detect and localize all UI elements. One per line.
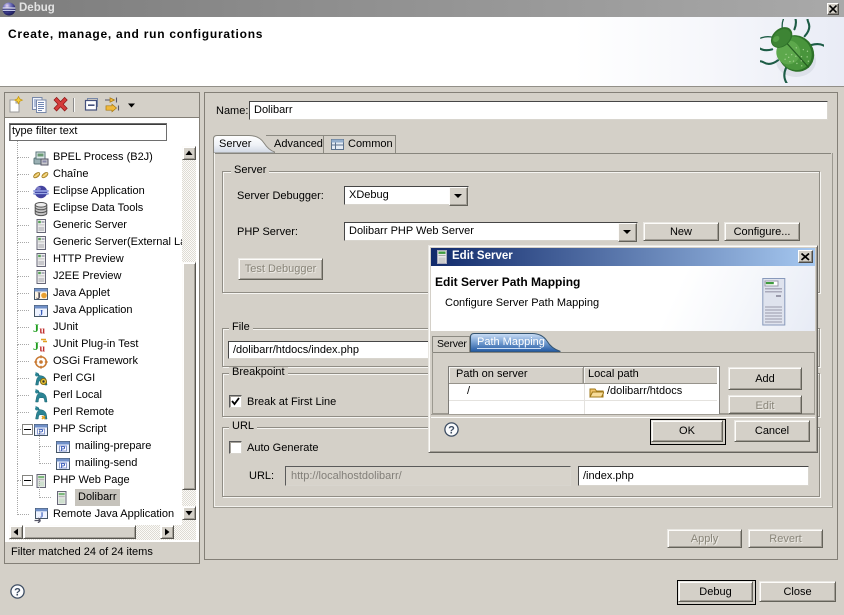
svg-text:P: P [61,446,66,453]
svg-text:u: u [40,344,46,354]
svg-text:J: J [33,321,39,335]
svg-text:P: P [61,463,66,470]
svg-text:?: ? [14,586,21,598]
svg-text:J: J [33,339,39,353]
svg-text:u: u [40,326,46,337]
svg-text:?: ? [448,424,455,436]
svg-text:J: J [40,511,44,520]
svg-text:J: J [36,291,41,301]
